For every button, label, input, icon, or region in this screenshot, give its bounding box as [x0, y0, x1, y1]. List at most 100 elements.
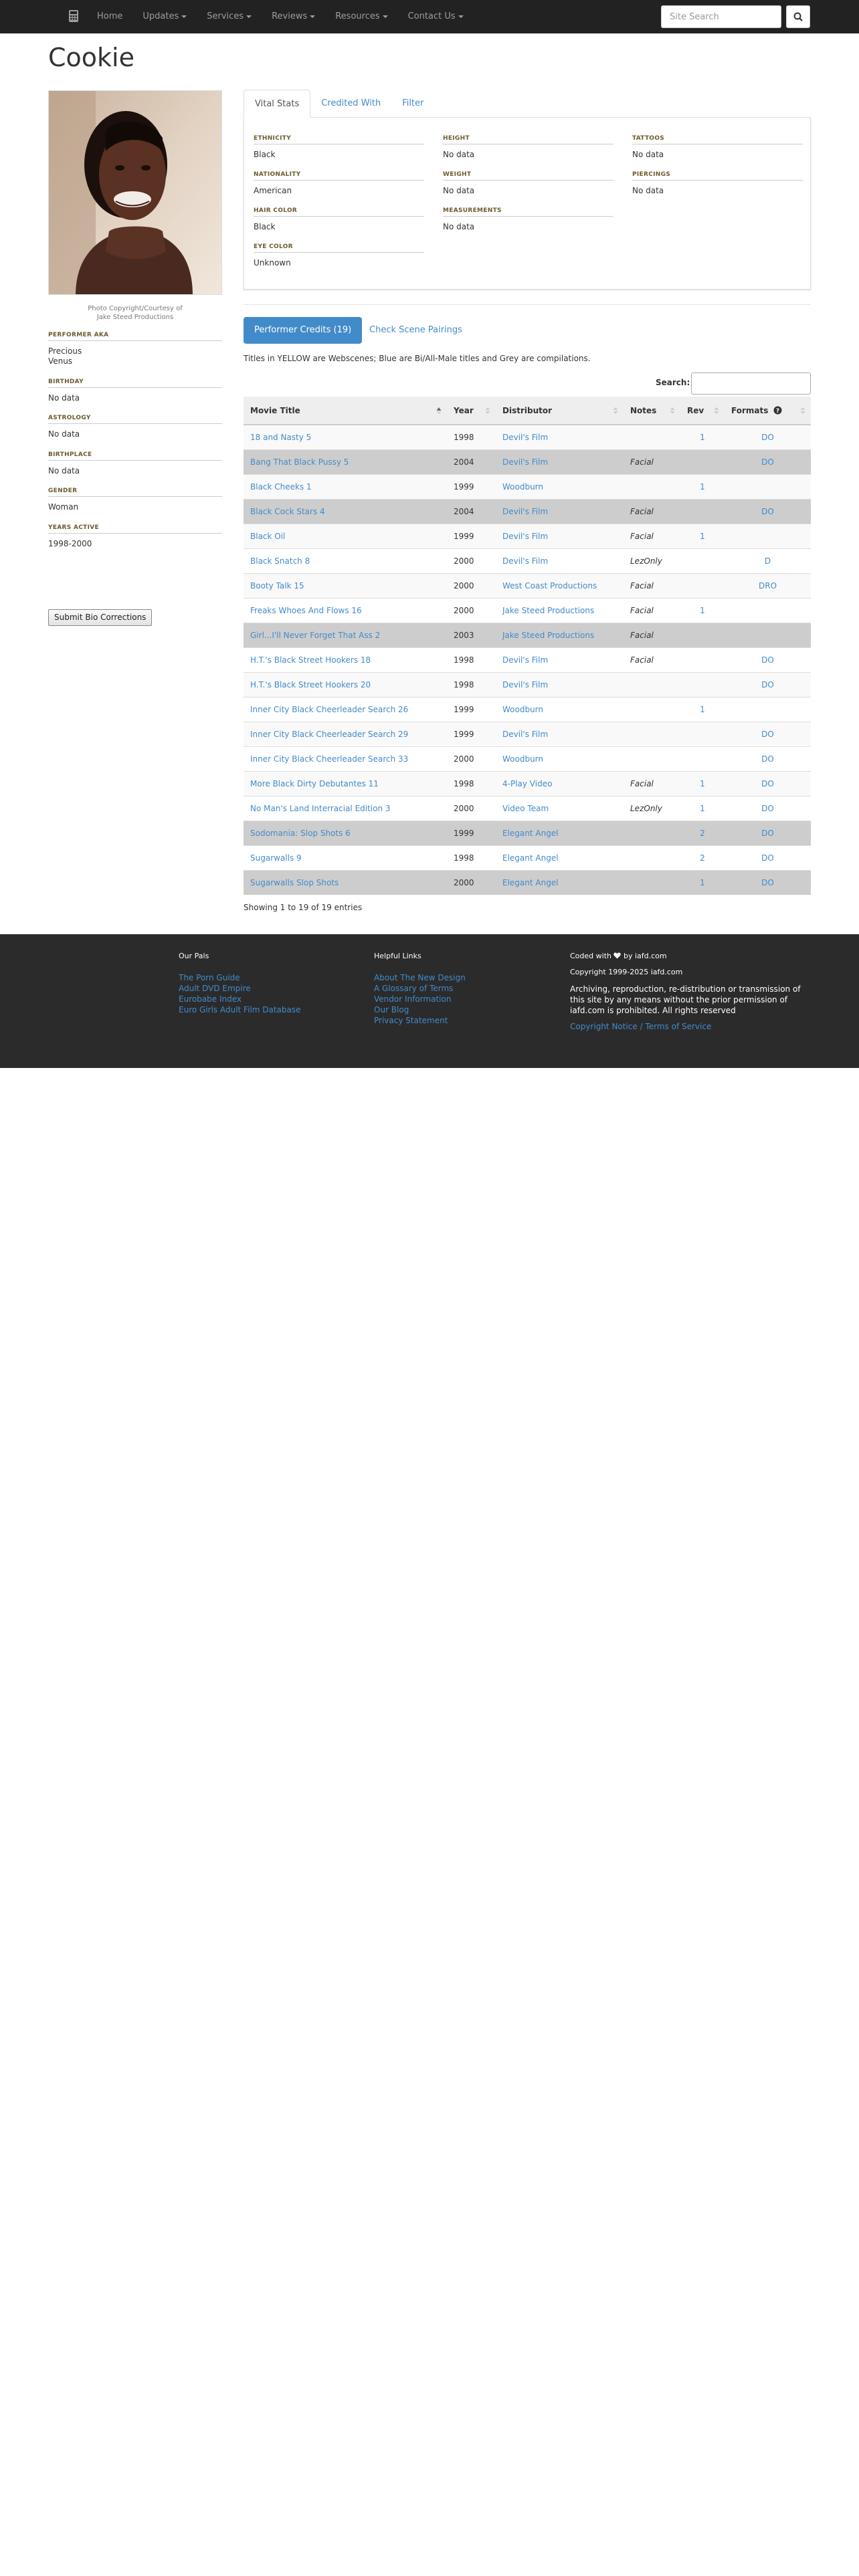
- submit-bio-corrections-button[interactable]: Submit Bio Corrections: [48, 609, 153, 626]
- formats-link[interactable]: DO: [761, 433, 774, 442]
- rev-link[interactable]: 1: [700, 779, 705, 788]
- distributor-link[interactable]: Jake Steed Productions: [502, 606, 594, 615]
- table-search-input[interactable]: [691, 372, 811, 395]
- distributor-link[interactable]: 4-Play Video: [502, 779, 552, 788]
- nav-item-contact-us[interactable]: Contact Us: [398, 0, 474, 33]
- formats-link[interactable]: DO: [761, 730, 774, 739]
- table-cell: 2004: [447, 498, 496, 524]
- distributor-link[interactable]: Devil's Film: [502, 433, 548, 442]
- movie-title-link[interactable]: Sodomania: Slop Shots 6: [250, 829, 351, 838]
- formats-link[interactable]: DO: [761, 507, 774, 516]
- movie-title-link[interactable]: Inner City Black Cheerleader Search 33: [250, 754, 408, 764]
- tab-credited-with[interactable]: Credited With: [310, 90, 391, 118]
- distributor-link[interactable]: Devil's Film: [502, 680, 548, 689]
- formats-link[interactable]: DO: [761, 680, 774, 689]
- distributor-link[interactable]: Woodburn: [502, 705, 543, 714]
- movie-title-link[interactable]: H.T.'s Black Street Hookers 20: [250, 680, 371, 689]
- rev-link[interactable]: 1: [700, 878, 705, 887]
- tab-performer-credits[interactable]: Performer Credits (19): [244, 317, 363, 344]
- formats-link[interactable]: DO: [761, 779, 774, 788]
- movie-title-link[interactable]: No Man's Land Interracial Edition 3: [250, 804, 391, 813]
- footer-link[interactable]: Adult DVD Empire: [179, 983, 301, 994]
- footer-link[interactable]: Privacy Statement: [374, 1015, 466, 1026]
- distributor-link[interactable]: Devil's Film: [502, 507, 548, 516]
- rev-link[interactable]: 1: [700, 433, 705, 442]
- rev-link[interactable]: 2: [700, 829, 705, 838]
- nav-item-home[interactable]: Home: [87, 0, 132, 33]
- table-cell: [680, 721, 725, 746]
- movie-title-link[interactable]: Sugarwalls 9: [250, 853, 302, 863]
- formats-link[interactable]: D: [765, 556, 771, 566]
- bio-label: BIRTHDAY: [48, 379, 222, 388]
- site-search-input[interactable]: [661, 5, 781, 28]
- distributor-link[interactable]: Video Team: [502, 804, 549, 813]
- col-header-formats[interactable]: Formats ?: [725, 397, 811, 425]
- nav-item-reviews[interactable]: Reviews: [262, 0, 325, 33]
- distributor-link[interactable]: Devil's Film: [502, 730, 548, 739]
- distributor-link[interactable]: Elegant Angel: [502, 829, 559, 838]
- movie-title-link[interactable]: Girl...I'll Never Forget That Ass 2: [250, 631, 380, 640]
- footer-link[interactable]: Vendor Information: [374, 994, 466, 1004]
- distributor-link[interactable]: Elegant Angel: [502, 853, 559, 863]
- formats-link[interactable]: DO: [761, 804, 774, 813]
- movie-title-link[interactable]: Inner City Black Cheerleader Search 29: [250, 730, 408, 739]
- footer-link[interactable]: About The New Design: [374, 972, 466, 983]
- col-header-movie-title[interactable]: Movie Title: [244, 397, 447, 425]
- distributor-link[interactable]: Devil's Film: [502, 655, 548, 665]
- terms-link[interactable]: Copyright Notice / Terms of Service: [570, 1021, 811, 1032]
- tab-vital-stats[interactable]: Vital Stats: [244, 90, 311, 118]
- footer-link[interactable]: The Porn Guide: [179, 972, 301, 983]
- movie-title-link[interactable]: 18 and Nasty 5: [250, 433, 311, 442]
- movie-title-link[interactable]: Black Oil: [250, 532, 285, 541]
- sort-icon: [670, 407, 675, 414]
- tab-check-scene-pairings[interactable]: Check Scene Pairings: [369, 317, 462, 344]
- movie-title-link[interactable]: H.T.'s Black Street Hookers 18: [250, 655, 371, 665]
- col-header-notes[interactable]: Notes: [624, 397, 680, 425]
- question-circle-icon[interactable]: ?: [773, 406, 782, 415]
- nav-item-services[interactable]: Services: [197, 0, 262, 33]
- tab-filter[interactable]: Filter: [391, 90, 434, 118]
- distributor-link[interactable]: Devil's Film: [502, 457, 548, 467]
- rev-link[interactable]: 1: [700, 482, 705, 492]
- footer-link[interactable]: A Glossary of Terms: [374, 983, 466, 994]
- col-header-year[interactable]: Year: [447, 397, 496, 425]
- movie-title-link[interactable]: Bang That Black Pussy 5: [250, 457, 349, 467]
- formats-link[interactable]: DO: [761, 853, 774, 863]
- calculator-icon[interactable]: [67, 9, 80, 23]
- distributor-link[interactable]: Woodburn: [502, 482, 543, 492]
- distributor-link[interactable]: Devil's Film: [502, 532, 548, 541]
- footer-link[interactable]: Euro Girls Adult Film Database: [179, 1004, 301, 1015]
- site-search-button[interactable]: [786, 5, 810, 28]
- table-cell: LezOnly: [624, 548, 680, 573]
- formats-link[interactable]: DO: [761, 878, 774, 887]
- movie-title-link[interactable]: Freaks Whoes And Flows 16: [250, 606, 362, 615]
- rev-link[interactable]: 1: [700, 532, 705, 541]
- rev-link[interactable]: 1: [700, 705, 705, 714]
- col-header-distributor[interactable]: Distributor: [496, 397, 624, 425]
- col-header-rev[interactable]: Rev: [680, 397, 725, 425]
- distributor-link[interactable]: West Coast Productions: [502, 581, 597, 591]
- rev-link[interactable]: 1: [700, 804, 705, 813]
- rev-link[interactable]: 2: [700, 853, 705, 863]
- movie-title-link[interactable]: Inner City Black Cheerleader Search 26: [250, 705, 408, 714]
- nav-item-resources[interactable]: Resources: [325, 0, 397, 33]
- formats-link[interactable]: DO: [761, 829, 774, 838]
- distributor-link[interactable]: Woodburn: [502, 754, 543, 764]
- formats-link[interactable]: DO: [761, 457, 774, 467]
- movie-title-link[interactable]: Black Cheeks 1: [250, 482, 312, 492]
- movie-title-link[interactable]: Black Snatch 8: [250, 556, 310, 566]
- movie-title-link[interactable]: Booty Talk 15: [250, 581, 304, 591]
- formats-link[interactable]: DO: [761, 655, 774, 665]
- footer-link[interactable]: Eurobabe Index: [179, 994, 301, 1004]
- distributor-link[interactable]: Elegant Angel: [502, 878, 559, 887]
- formats-link[interactable]: DRO: [759, 581, 777, 591]
- movie-title-link[interactable]: Black Cock Stars 4: [250, 507, 325, 516]
- distributor-link[interactable]: Jake Steed Productions: [502, 631, 594, 640]
- nav-item-updates[interactable]: Updates: [132, 0, 197, 33]
- movie-title-link[interactable]: Sugarwalls Slop Shots: [250, 878, 339, 887]
- rev-link[interactable]: 1: [700, 606, 705, 615]
- formats-link[interactable]: DO: [761, 754, 774, 764]
- footer-link[interactable]: Our Blog: [374, 1004, 466, 1015]
- movie-title-link[interactable]: More Black Dirty Debutantes 11: [250, 779, 379, 788]
- distributor-link[interactable]: Devil's Film: [502, 556, 548, 566]
